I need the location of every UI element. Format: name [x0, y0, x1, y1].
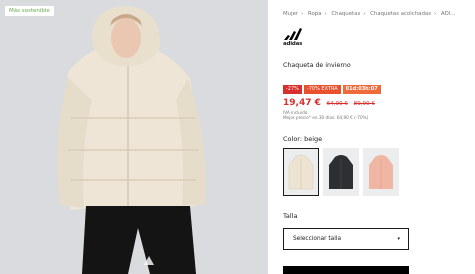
product-page: Más sostenible Mujer › Ropa › Chaquetas › C… — [0, 0, 475, 274]
previous-price: 64,90 € — [326, 101, 348, 107]
chevron-down-icon: ▾ — [397, 236, 400, 242]
product-details: Mujer › Ropa › Chaquetas › Chaquetas acolch… — [279, 0, 471, 274]
breadcrumb-separator: › — [434, 11, 437, 17]
size-label: Talla — [283, 212, 298, 220]
current-price: 19,47 € — [283, 98, 321, 108]
extra-discount-badge: -70% EXTRA — [303, 85, 341, 94]
colour-label: Color: beige — [283, 135, 323, 143]
adidas-logo[interactable]: adidas — [283, 26, 307, 48]
swatch-black[interactable] — [323, 148, 359, 196]
swatch-beige[interactable] — [283, 148, 319, 196]
discount-badge: -27% — [283, 85, 302, 94]
size-select-placeholder: Seleccionar talla — [293, 236, 342, 242]
brand-name: adidas — [283, 41, 303, 47]
price-block: 19,47 € 64,90 € 89,90 € — [283, 98, 375, 108]
countdown-timer: 01d:03h:07 — [342, 85, 381, 94]
model-photo — [0, 0, 268, 274]
jacket-thumbnail — [329, 155, 353, 189]
breadcrumb-item-chaquetas[interactable]: Chaquetas — [331, 11, 360, 17]
product-title: Chaqueta de invierno — [283, 62, 351, 69]
breadcrumb-item-acolchadas[interactable]: Chaquetas acolchadas — [370, 11, 431, 17]
breadcrumb-item-mujer[interactable]: Mujer — [283, 11, 298, 17]
jacket-thumbnail — [369, 155, 393, 189]
sustainable-badge: Más sostenible — [5, 6, 54, 16]
breadcrumb-item-current[interactable]: ADI... — [441, 11, 456, 17]
brand-mark-icon — [284, 28, 302, 40]
jacket-thumbnail — [288, 154, 314, 190]
breadcrumb-item-ropa[interactable]: Ropa — [308, 11, 322, 17]
promo-badges: -27% -70% EXTRA 01d:03h:07 — [283, 85, 381, 94]
lowest-price-note: Mejor precio* en 30 días: 64,90 € (-70%) — [283, 115, 369, 120]
size-select[interactable]: Seleccionar talla ▾ — [283, 228, 409, 250]
product-image[interactable]: Más sostenible — [0, 0, 268, 274]
breadcrumb-separator: › — [324, 11, 327, 17]
breadcrumb: Mujer › Ropa › Chaquetas › Chaquetas acolch… — [283, 11, 471, 17]
swatch-pink[interactable] — [363, 148, 399, 196]
breadcrumb-separator: › — [363, 11, 366, 17]
breadcrumb-separator: › — [301, 11, 304, 17]
original-price: 89,90 € — [353, 101, 375, 107]
add-to-bag-button[interactable] — [283, 266, 409, 274]
colour-swatches — [283, 148, 399, 196]
price-notes: IVA incluido Mejor precio* en 30 días: 6… — [283, 110, 368, 120]
